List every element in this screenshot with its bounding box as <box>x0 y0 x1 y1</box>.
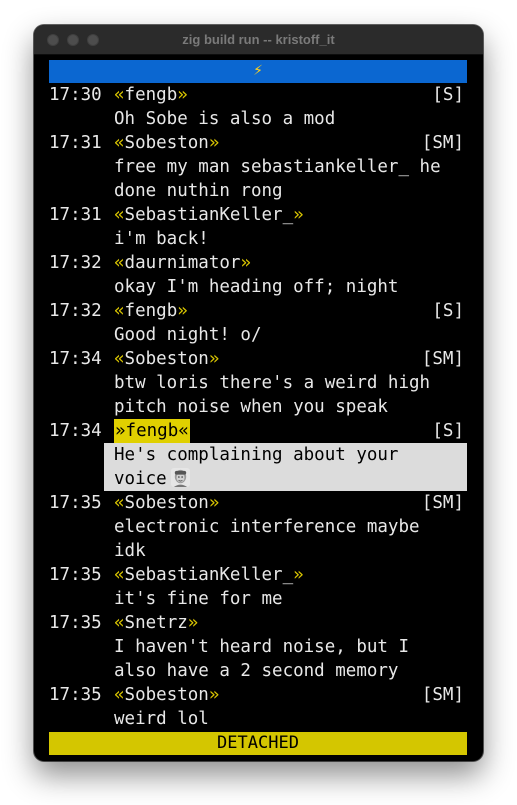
message-text: btw loris there's a weird high <box>114 373 431 393</box>
message-author[interactable]: «SebastianKeller_» <box>114 203 304 227</box>
lightning-icon: ⚡ <box>253 63 263 79</box>
message-header: 17:34 «Sobeston» [SM] <box>49 347 467 371</box>
message-author[interactable]: «daurnimator» <box>114 251 251 275</box>
message-text: I haven't heard noise, but I <box>114 637 410 657</box>
user-avatar-icon <box>170 468 190 487</box>
message-text: Oh Sobe is also a mod <box>114 109 336 129</box>
message-author[interactable]: «SebastianKeller_» <box>114 563 304 587</box>
message-timestamp: 17:32 <box>49 253 102 273</box>
connection-status: DETACHED <box>217 733 299 753</box>
message-body-line: electronic interference maybe <box>49 515 467 539</box>
message-text: He's complaining about your <box>114 445 399 465</box>
message-header: 17:34 »fengb« [S] <box>49 419 467 443</box>
message-text: i'm back! <box>114 229 209 249</box>
message-text: voice <box>114 467 190 491</box>
status-bar: DETACHED <box>49 732 467 755</box>
message-author[interactable]: «Sobeston» <box>114 683 219 707</box>
message-body-line: weird lol <box>49 707 467 731</box>
message-text: free my man sebastiankeller_ he <box>114 157 441 177</box>
title-bar: zig build run -- kristoff_it <box>34 25 483 55</box>
message-timestamp: 17:35 <box>49 565 102 585</box>
message-author[interactable]: «fengb» <box>114 299 188 323</box>
message-header: 17:32 «fengb» [S] <box>49 299 467 323</box>
window-title: zig build run -- kristoff_it <box>182 32 335 47</box>
message-text: pitch noise when you speak <box>114 397 388 417</box>
chat-message-list[interactable]: 17:30 «fengb» [S] Oh Sobe is also a mod 17:3… <box>49 83 467 731</box>
message-text: electronic interference maybe <box>114 517 420 537</box>
user-role-badge: [SM] <box>421 133 464 153</box>
message-body-line: Good night! o/ <box>49 323 467 347</box>
message-text: also have a 2 second memory <box>114 661 399 681</box>
message-author[interactable]: »fengb« <box>114 419 190 443</box>
message-timestamp: 17:30 <box>49 85 102 105</box>
message-timestamp: 17:35 <box>49 685 102 705</box>
message-header: 17:32 «daurnimator» <box>49 251 467 275</box>
message-text: okay I'm heading off; night <box>114 277 399 297</box>
message-timestamp: 17:34 <box>49 421 102 441</box>
message-header: 17:31 «Sobeston» [SM] <box>49 131 467 155</box>
user-role-badge: [S] <box>432 301 464 321</box>
user-role-badge: [SM] <box>421 349 464 369</box>
user-role-badge: [SM] <box>421 685 464 705</box>
message-body-line: btw loris there's a weird high <box>49 371 467 395</box>
message-header: 17:31 «SebastianKeller_» <box>49 203 467 227</box>
message-body-line: idk <box>49 539 467 563</box>
message-body-line: free my man sebastiankeller_ he <box>49 155 467 179</box>
message-body-line: it's fine for me <box>49 587 467 611</box>
message-author[interactable]: «Sobeston» <box>114 347 219 371</box>
message-author[interactable]: «Sobeston» <box>114 491 219 515</box>
message-body-line: also have a 2 second memory <box>49 659 467 683</box>
channel-header-bar: ⚡ <box>49 60 467 83</box>
message-header: 17:35 «Sobeston» [SM] <box>49 683 467 707</box>
message-author[interactable]: «Snetrz» <box>114 611 198 635</box>
message-timestamp: 17:34 <box>49 349 102 369</box>
message-author[interactable]: «fengb» <box>114 83 188 107</box>
message-body-line: pitch noise when you speak <box>49 395 467 419</box>
message-body-line: I haven't heard noise, but I <box>49 635 467 659</box>
message-text: Good night! o/ <box>114 325 262 345</box>
message-timestamp: 17:31 <box>49 133 102 153</box>
message-text: idk <box>114 541 146 561</box>
message-header: 17:35 «SebastianKeller_» <box>49 563 467 587</box>
message-header: 17:35 «Sobeston» [SM] <box>49 491 467 515</box>
message-timestamp: 17:31 <box>49 205 102 225</box>
user-role-badge: [S] <box>432 421 464 441</box>
message-body-line: okay I'm heading off; night <box>49 275 467 299</box>
message-text: done nuthin rong <box>114 181 283 201</box>
message-body-line: done nuthin rong <box>49 179 467 203</box>
message-body-line: Oh Sobe is also a mod <box>49 107 467 131</box>
message-timestamp: 17:35 <box>49 613 102 633</box>
user-role-badge: [S] <box>432 85 464 105</box>
message-timestamp: 17:32 <box>49 301 102 321</box>
message-text: it's fine for me <box>114 589 283 609</box>
message-body-line: i'm back! <box>49 227 467 251</box>
message-timestamp: 17:35 <box>49 493 102 513</box>
message-header: 17:30 «fengb» [S] <box>49 83 467 107</box>
message-text: weird lol <box>114 709 209 729</box>
highlighted-message-body: He's complaining about your voice <box>104 443 467 491</box>
message-author[interactable]: «Sobeston» <box>114 131 219 155</box>
message-header: 17:35 «Snetrz» <box>49 611 467 635</box>
terminal-window: zig build run -- kristoff_it ⚡ 17:30 «fen… <box>34 25 483 761</box>
user-role-badge: [SM] <box>421 493 464 513</box>
